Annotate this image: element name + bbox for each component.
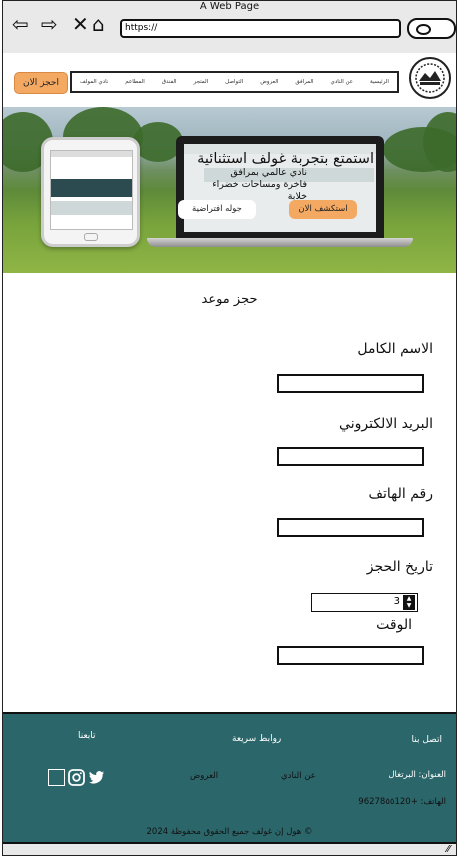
time-input[interactable] xyxy=(277,646,424,665)
hero-subtitle-line: فاخرة ومساحات خضراء xyxy=(212,179,307,190)
virtual-tour-button[interactable]: جوله افتراضية xyxy=(178,200,256,219)
explore-now-button[interactable]: استكشف الان xyxy=(289,200,357,219)
book-now-button[interactable]: احجز الان xyxy=(14,72,68,94)
quick-links-heading: روابط سريعة xyxy=(232,734,282,744)
name-label: الاسم الكامل xyxy=(357,341,433,357)
twitter-icon[interactable] xyxy=(88,769,105,786)
nav-item-restaurants[interactable]: المطاعم xyxy=(125,79,145,85)
back-arrow-icon[interactable]: ⇦ xyxy=(12,14,29,34)
instagram-icon[interactable] xyxy=(68,769,85,786)
date-stepper[interactable]: 3 ▲ ▼ xyxy=(311,593,418,612)
phone-mockup xyxy=(41,137,140,247)
hero-title: استمتع بتجربة غولف استثنائية xyxy=(197,151,374,167)
nav-item-about[interactable]: عن النادي xyxy=(331,79,354,85)
window-title: A Web Page xyxy=(199,1,260,12)
hero-banner: استمتع بتجربة غولف استثنائية نادي عالمي … xyxy=(3,107,456,273)
nav-item-home[interactable]: الرئيسية xyxy=(370,79,389,85)
phone-input[interactable] xyxy=(277,518,424,537)
footer-link-about[interactable]: عن النادي xyxy=(281,771,316,781)
nav-item-contact[interactable]: التواصل xyxy=(225,79,243,85)
main-navigation: الرئيسية عن النادي المرافق العروض التواص… xyxy=(70,71,399,93)
date-label: تاريخ الحجز xyxy=(366,559,433,575)
forward-arrow-icon[interactable]: ⇨ xyxy=(41,14,58,34)
hero-subtitle-line: نادي عالمي بمرافق xyxy=(230,167,307,178)
browser-status-bar: ⁄⁄ xyxy=(3,842,456,855)
date-value: 3 xyxy=(393,596,400,607)
site-header: احجز الان الرئيسية عن النادي المرافق الع… xyxy=(3,53,456,107)
nav-item-store[interactable]: المتجر xyxy=(194,79,209,85)
close-icon[interactable]: ✕ xyxy=(72,14,89,34)
stepper-arrows-icon[interactable]: ▲ ▼ xyxy=(403,595,415,610)
nav-item-club[interactable]: نادي المولف xyxy=(80,79,108,85)
phone-text: الهاتف: +96278٥٥120 xyxy=(358,797,446,807)
nav-item-facilities[interactable]: المرافق xyxy=(295,79,313,85)
contact-heading: اتصل بنا xyxy=(411,735,442,745)
logo-emblem-icon xyxy=(415,63,445,93)
form-title: حجز موعد xyxy=(201,292,258,307)
address-text: العنوان: البرتغال xyxy=(388,770,446,780)
time-label: الوقت xyxy=(376,617,412,633)
phone-label: رقم الهاتف xyxy=(368,486,433,502)
copyright-text: هول إن غولف جميع الحقوق محفوظة 2024 © xyxy=(146,827,313,837)
resize-handle-icon[interactable]: ⁄⁄ xyxy=(447,844,450,855)
browser-window: A Web Page ⇦ ⇨ ✕ ⌂ https:// احجز الان ال… xyxy=(2,0,457,856)
name-input[interactable] xyxy=(277,374,424,393)
nav-item-hotel[interactable]: الفندق xyxy=(162,79,177,85)
nav-item-offers[interactable]: العروض xyxy=(260,79,278,85)
footer-link-offers[interactable]: العروض xyxy=(190,771,218,781)
search-icon[interactable] xyxy=(407,18,456,39)
club-logo[interactable] xyxy=(409,57,451,99)
facebook-icon[interactable] xyxy=(48,769,65,786)
home-icon[interactable]: ⌂ xyxy=(92,14,105,34)
site-footer: اتصل بنا روابط سريعة تابعنا العنوان: الب… xyxy=(3,712,456,844)
browser-toolbar: A Web Page ⇦ ⇨ ✕ ⌂ https:// xyxy=(3,1,456,55)
email-input[interactable] xyxy=(277,447,424,466)
social-links xyxy=(48,769,105,786)
follow-heading: تابعنا xyxy=(78,731,96,741)
email-label: البريد الالكتروني xyxy=(339,416,433,432)
url-bar[interactable]: https:// xyxy=(120,19,401,38)
